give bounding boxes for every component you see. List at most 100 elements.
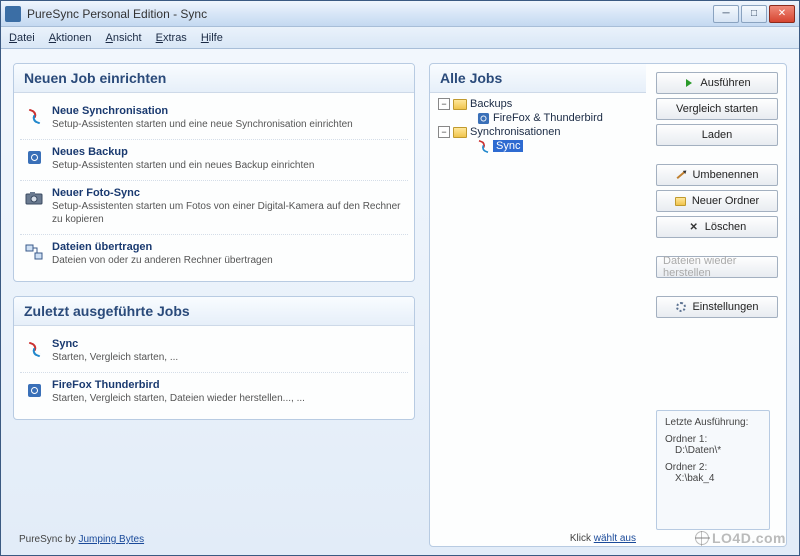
right-column: Alle Jobs − Backups FireFox & Thunderbir… [429,63,787,547]
task-desc: Starten, Vergleich starten, Dateien wied… [52,392,404,405]
sync-icon [24,339,44,359]
recent-job-sync[interactable]: Sync Starten, Vergleich starten, ... [20,332,408,373]
recent-jobs-panel: Zuletzt ausgeführte Jobs Sync Starten, V… [13,296,415,420]
all-jobs-header: Alle Jobs [430,64,646,93]
tree-label: Synchronisationen [470,126,561,138]
menu-extras[interactable]: Extras [156,32,187,44]
left-column: Neuen Job einrichten Neue Synchronisatio… [13,63,415,547]
new-folder-button[interactable]: Neuer Ordner [656,190,778,212]
recent-jobs-header: Zuletzt ausgeführte Jobs [14,297,414,326]
settings-button[interactable]: Einstellungen [656,296,778,318]
titlebar: PureSync Personal Edition - Sync ─ □ ✕ [1,1,799,27]
folder2-label: Ordner 2: [665,462,761,473]
lastrun-label: Letzte Ausführung: [665,417,761,428]
sync-icon [24,106,44,126]
delete-button[interactable]: ✕ Löschen [656,216,778,238]
run-button[interactable]: Ausführen [656,72,778,94]
folder-icon [453,98,467,110]
footer-click-prefix: Klick [570,533,594,544]
x-icon: ✕ [688,221,700,233]
button-label: Löschen [705,221,747,233]
menu-view[interactable]: Ansicht [106,32,142,44]
close-button[interactable]: ✕ [769,5,795,23]
menu-extras-label: xtras [163,32,187,44]
sync-icon [476,140,490,152]
button-label: Dateien wieder herstellen [663,255,771,279]
new-job-header: Neuen Job einrichten [14,64,414,93]
task-new-backup[interactable]: Neues Backup Setup-Assistenten starten u… [20,140,408,181]
jobs-tree: − Backups FireFox & Thunderbird − [430,93,646,529]
task-desc: Setup-Assistenten starten und eine neue … [52,118,404,131]
menu-file[interactable]: Datei [9,32,35,44]
menu-actions[interactable]: Aktionen [49,32,92,44]
backup-icon [476,112,490,124]
task-title: FireFox Thunderbird [52,379,404,391]
maximize-button[interactable]: □ [741,5,767,23]
all-jobs-panel: Alle Jobs − Backups FireFox & Thunderbir… [429,63,787,547]
menu-view-label: nsicht [113,32,142,44]
task-title: Dateien übertragen [52,241,404,253]
folder2-path: X:\bak_4 [665,473,761,484]
menu-help[interactable]: Hilfe [201,32,223,44]
button-label: Vergleich starten [676,103,758,115]
content-area: Neuen Job einrichten Neue Synchronisatio… [1,49,799,555]
window-title: PureSync Personal Edition - Sync [27,7,713,21]
menu-file-label: atei [17,32,35,44]
folder1-path: D:\Daten\* [665,445,761,456]
rename-button[interactable]: Umbenennen [656,164,778,186]
task-title: Neue Synchronisation [52,105,404,117]
button-label: Einstellungen [692,301,758,313]
app-icon [5,6,21,22]
backup-icon [24,380,44,400]
collapse-icon[interactable]: − [438,98,450,110]
footer-link-jumpingbytes[interactable]: Jumping Bytes [78,534,144,545]
footer-prefix: PureSync by [19,534,78,545]
button-label: Neuer Ordner [692,195,759,207]
task-title: Sync [52,338,404,350]
footer-left: PureSync by Jumping Bytes [13,530,415,547]
task-transfer-files[interactable]: Dateien übertragen Dateien von oder zu a… [20,235,408,275]
new-job-body: Neue Synchronisation Setup-Assistenten s… [14,93,414,281]
gear-icon [675,301,687,313]
task-desc: Dateien von oder zu anderen Rechner über… [52,254,404,267]
tree-label: FireFox & Thunderbird [493,112,603,124]
tree-node-backups[interactable]: − Backups [438,97,638,111]
job-info-box: Letzte Ausführung: Ordner 1: D:\Daten\* … [656,410,770,530]
tree-leaf-firefox[interactable]: FireFox & Thunderbird [438,111,638,125]
task-desc: Starten, Vergleich starten, ... [52,351,404,364]
menubar: Datei Aktionen Ansicht Extras Hilfe [1,27,799,49]
folder-icon [453,126,467,138]
folder1-label: Ordner 1: [665,434,761,445]
restore-button: Dateien wieder herstellen [656,256,778,278]
task-title: Neues Backup [52,146,404,158]
task-new-sync[interactable]: Neue Synchronisation Setup-Assistenten s… [20,99,408,140]
button-label: Laden [702,129,733,141]
pencil-icon [675,169,687,181]
tree-leaf-sync[interactable]: Sync [438,139,638,153]
task-desc: Setup-Assistenten starten und ein neues … [52,159,404,172]
menu-actions-label: ktionen [56,32,91,44]
action-buttons: Ausführen Vergleich starten Laden Umbene… [656,64,786,546]
task-title: Neuer Foto-Sync [52,187,404,199]
recent-job-firefox[interactable]: FireFox Thunderbird Starten, Vergleich s… [20,373,408,413]
load-button[interactable]: Laden [656,124,778,146]
recent-jobs-body: Sync Starten, Vergleich starten, ... Fir… [14,326,414,419]
transfer-icon [24,242,44,262]
tree-label: Backups [470,98,512,110]
collapse-icon[interactable]: − [438,126,450,138]
minimize-button[interactable]: ─ [713,5,739,23]
task-new-fotosync[interactable]: Neuer Foto-Sync Setup-Assistenten starte… [20,181,408,235]
window-controls: ─ □ ✕ [713,5,795,23]
compare-button[interactable]: Vergleich starten [656,98,778,120]
button-label: Umbenennen [692,169,758,181]
footer-right: Klick wählt aus [430,529,646,546]
task-desc: Setup-Assistenten starten um Fotos von e… [52,200,404,226]
tree-label-selected: Sync [493,140,523,152]
tree-node-syncs[interactable]: − Synchronisationen [438,125,638,139]
footer-link-select[interactable]: wählt aus [594,533,636,544]
menu-help-label: ilfe [209,32,223,44]
play-icon [683,77,695,89]
backup-icon [24,147,44,167]
new-job-panel: Neuen Job einrichten Neue Synchronisatio… [13,63,415,282]
button-label: Ausführen [700,77,750,89]
